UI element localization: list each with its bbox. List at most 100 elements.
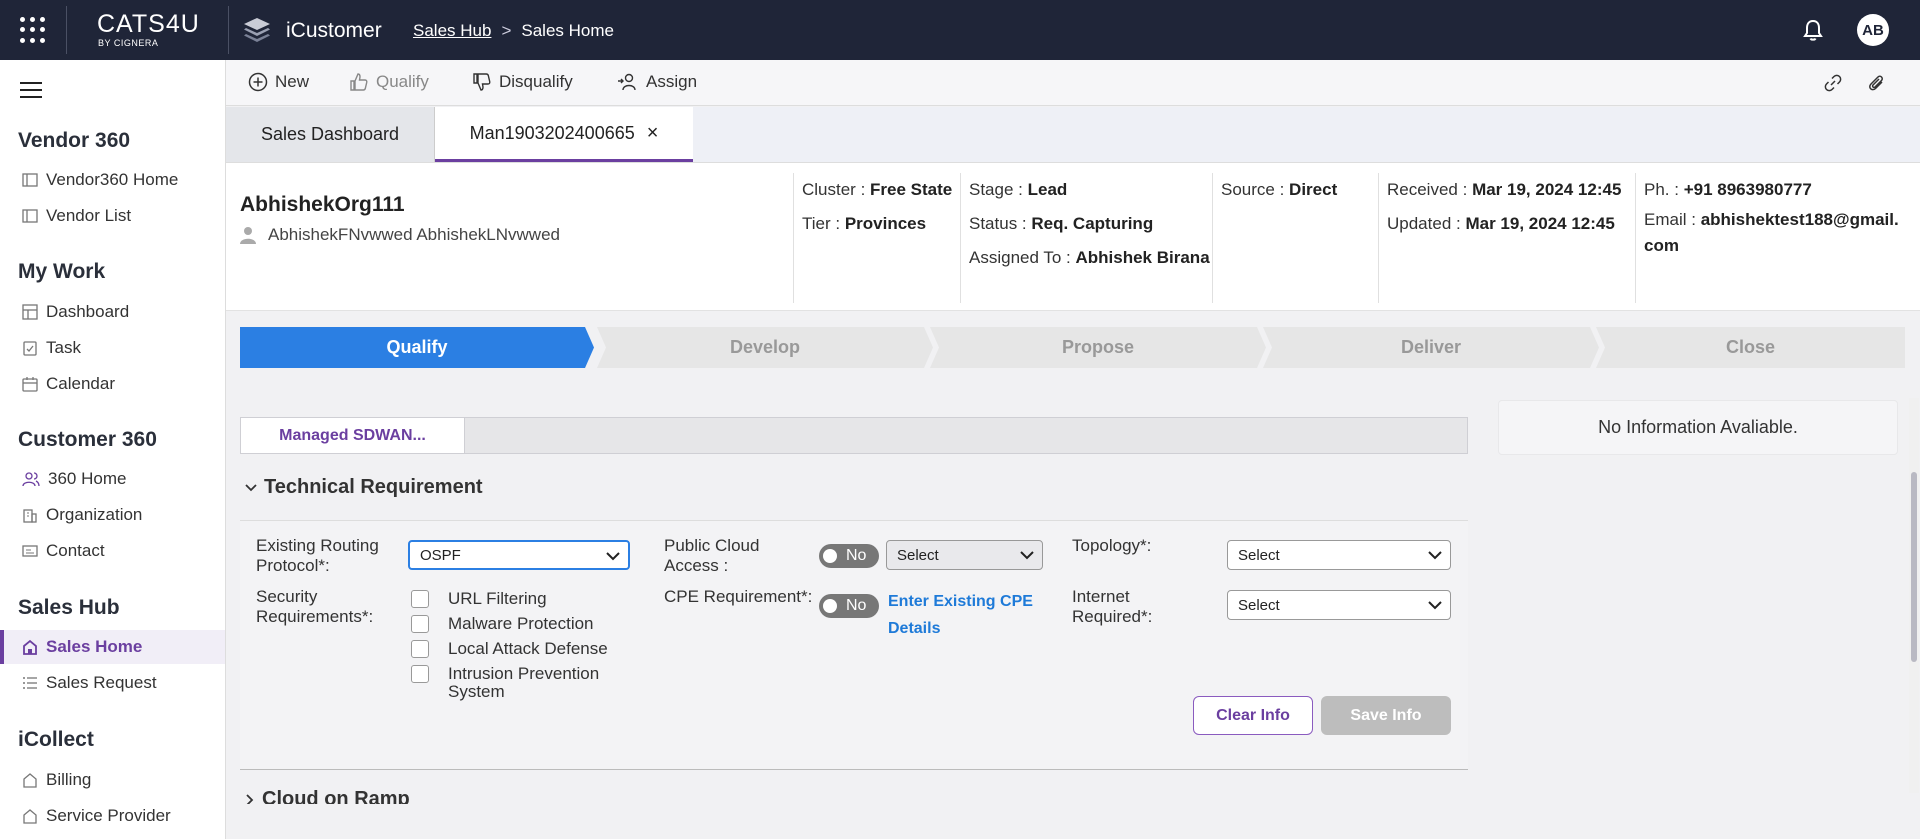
topology-select[interactable]: Select (1227, 540, 1451, 570)
tab-managed-sdwan[interactable]: Managed SDWAN... (241, 418, 465, 453)
contact-card-icon (22, 545, 38, 557)
public-cloud-toggle[interactable]: No (819, 544, 879, 568)
checkbox-box[interactable] (411, 615, 429, 633)
sidebar-item-label: Contact (46, 541, 105, 560)
sidebar-item-organization[interactable]: Organization (0, 498, 225, 532)
bell-icon[interactable] (1802, 18, 1824, 42)
list-icon (23, 677, 37, 689)
home-icon (23, 639, 37, 655)
toggle-label: No (846, 547, 867, 564)
top-bar: CATS4U BY CIGNERA iCustomer Sales Hub > Sa… (0, 0, 1920, 60)
qualify-button-label: Qualify (376, 72, 429, 91)
sidebar-item-label: Sales Home (46, 637, 143, 656)
select-value: Select (897, 546, 939, 564)
checkbox-label: Local Attack Defense (448, 639, 608, 658)
cluster-field: Cluster : Free State (802, 180, 953, 199)
checkbox-box[interactable] (411, 665, 429, 683)
stage-field: Stage : Lead (969, 180, 1068, 199)
close-icon[interactable]: × (647, 122, 659, 145)
chevron-down-icon (1428, 551, 1442, 560)
stage-status-column: Stage : Lead Status : Req. Capturing Ass… (960, 173, 1212, 303)
sidebar-item-label: Billing (46, 770, 92, 789)
technical-requirement-header[interactable]: Technical Requirement (244, 476, 483, 499)
record-tabs: Sales Dashboard Man1903202400665 × (226, 107, 1920, 163)
routing-protocol-select[interactable]: OSPF (408, 540, 630, 570)
sidebar-item-billing[interactable]: Billing (0, 763, 225, 797)
app-launcher-icon[interactable] (20, 17, 46, 43)
checkbox-label: URL Filtering (448, 589, 547, 608)
malware-protection-checkbox[interactable]: Malware Protection (411, 615, 594, 633)
checkbox-box[interactable] (411, 640, 429, 658)
cpe-requirement-toggle[interactable]: No (819, 594, 879, 618)
sidebar-item-sales-home[interactable]: Sales Home (0, 630, 225, 664)
new-button-label: New (275, 72, 310, 91)
clear-info-button[interactable]: Clear Info (1193, 696, 1313, 735)
topology-label: Topology*: (1072, 536, 1152, 555)
enter-existing-cpe-link[interactable]: Enter Existing CPE Details (888, 588, 1033, 642)
stage-develop[interactable]: Develop (597, 327, 933, 368)
main-content: Managed SDWAN... Technical Requirement E… (226, 384, 1920, 804)
routing-protocol-value: OSPF (420, 546, 461, 564)
contact-name-text: AbhishekFNvwwed AbhishekLNvwwed (268, 225, 560, 244)
url-filtering-checkbox[interactable]: URL Filtering (411, 590, 547, 608)
disqualify-button-label: Disqualify (499, 72, 573, 91)
local-attack-defense-checkbox[interactable]: Local Attack Defense (411, 640, 608, 658)
select-value: Select (1238, 596, 1280, 614)
updated-field: Updated : Mar 19, 2024 12:45 (1387, 214, 1615, 233)
stage-deliver[interactable]: Deliver (1263, 327, 1599, 368)
status-field: Status : Req. Capturing (969, 214, 1154, 233)
sidebar-item-dashboard[interactable]: Dashboard (0, 295, 225, 329)
sidebar-item-360-home[interactable]: 360 Home (0, 462, 225, 496)
stage-close[interactable]: Close (1596, 327, 1905, 368)
layers-icon (244, 18, 270, 42)
sidebar-item-label: Vendor List (46, 206, 132, 225)
stage-qualify[interactable]: Qualify (240, 327, 594, 368)
paperclip-icon[interactable] (1867, 73, 1887, 93)
sidebar-item-sales-request[interactable]: Sales Request (0, 666, 225, 700)
stage-propose[interactable]: Propose (930, 327, 1266, 368)
building-icon (23, 509, 37, 523)
new-button[interactable]: New (248, 72, 309, 92)
sidebar-item-calendar[interactable]: Calendar (0, 367, 225, 401)
sidebar-item-label: Organization (46, 505, 143, 524)
save-info-button[interactable]: Save Info (1321, 696, 1451, 735)
sidebar-item-vendor-list[interactable]: Vendor List (0, 199, 225, 233)
checkbox-box[interactable] (411, 590, 429, 608)
assign-button[interactable]: Assign (617, 72, 697, 92)
scrollbar[interactable] (1909, 398, 1919, 793)
sidebar-item-contact[interactable]: Contact (0, 534, 225, 568)
sidebar-item-label: Calendar (46, 374, 115, 393)
tab-record[interactable]: Man1903202400665 × (435, 107, 693, 162)
source-field: Source : Direct (1221, 180, 1338, 199)
sidebar-item-service-provider[interactable]: Service Provider (0, 799, 225, 833)
chevron-down-icon (245, 483, 257, 491)
email-field: Email : abhishektest188@gmail. com (1644, 210, 1899, 255)
sidebar-item-task[interactable]: Task (0, 331, 225, 365)
qualify-button[interactable]: Qualify (349, 72, 429, 92)
checkbox-label: Malware Protection (448, 614, 594, 633)
intrusion-prevention-checkbox[interactable]: Intrusion Prevention System (411, 665, 599, 701)
chevron-down-icon (1020, 551, 1034, 560)
sidebar-item-label: Service Provider (46, 806, 171, 825)
tab-sales-dashboard[interactable]: Sales Dashboard (226, 107, 435, 162)
breadcrumb-sales-hub[interactable]: Sales Hub (413, 21, 491, 40)
phone-field: Ph. : +91 8963980777 (1644, 180, 1812, 199)
organization-name[interactable]: AbhishekOrg111 (240, 193, 405, 217)
sidebar-section-icollect: iCollect (18, 728, 94, 751)
calendar-icon (22, 377, 38, 392)
avatar[interactable]: AB (1857, 14, 1889, 46)
sidebar-item-vendor360-home[interactable]: Vendor360 Home (0, 163, 225, 197)
contact-info-column: Ph. : +91 8963980777 Email : abhishektes… (1635, 173, 1915, 303)
hamburger-menu-icon[interactable] (20, 82, 42, 98)
link-icon[interactable] (1823, 73, 1843, 93)
assigned-field: Assigned To : Abhishek Birana (969, 248, 1210, 267)
technical-requirement-form: Existing Routing Protocol*: OSPF Security… (240, 520, 1468, 770)
disqualify-button[interactable]: Disqualify (472, 72, 573, 92)
brand-logo: CATS4U BY CIGNERA (97, 10, 200, 48)
assign-button-label: Assign (646, 72, 698, 91)
internet-required-select[interactable]: Select (1227, 590, 1451, 620)
cloud-on-ramp-header[interactable]: Cloud on Ramp (244, 788, 410, 804)
app-name: iCustomer (286, 19, 382, 42)
scrollbar-thumb[interactable] (1911, 472, 1917, 662)
public-cloud-select[interactable]: Select (886, 540, 1043, 570)
